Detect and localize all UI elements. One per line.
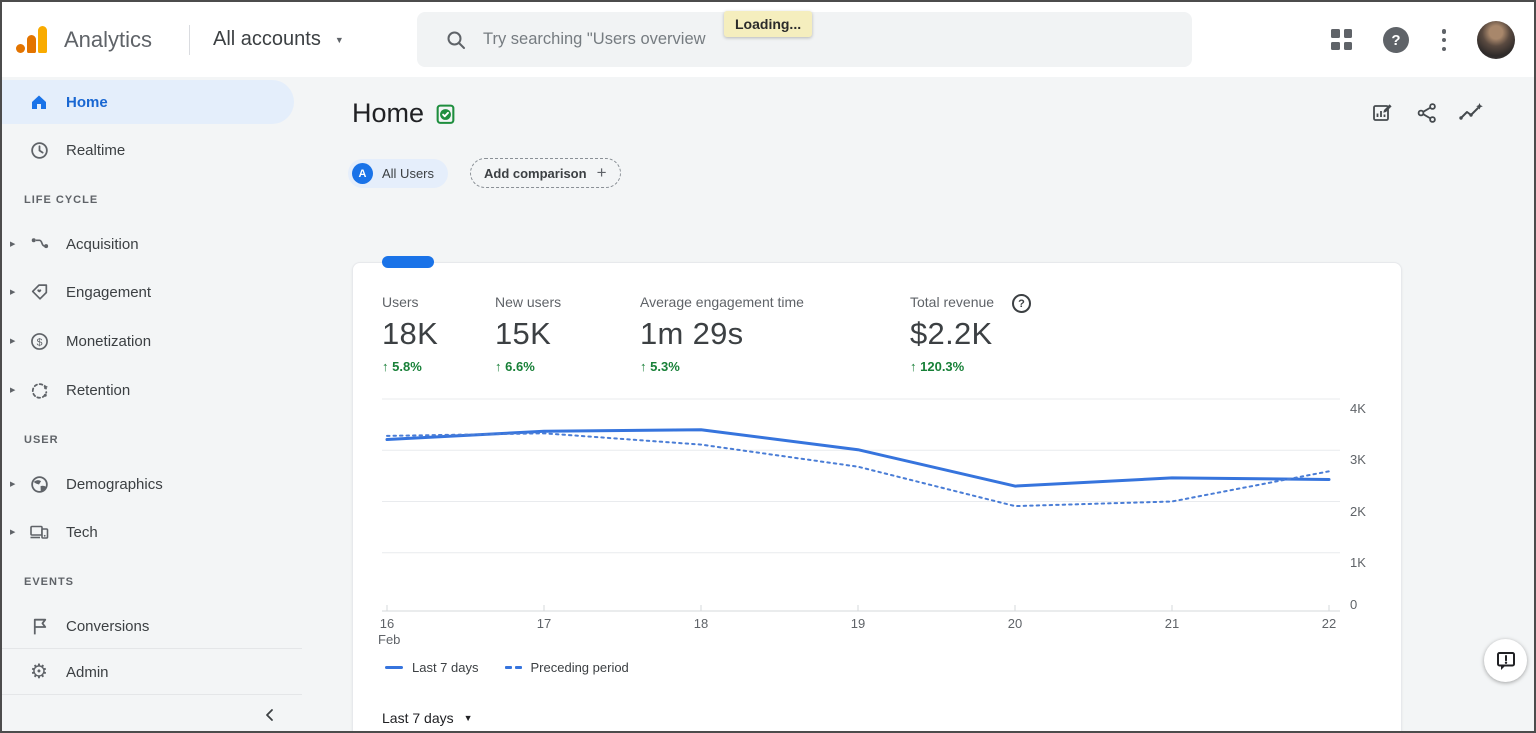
sidebar-item-conversions[interactable]: Conversions: [2, 604, 294, 648]
sidebar-item-home[interactable]: Home: [2, 80, 294, 124]
engagement-tag-icon: [28, 281, 50, 303]
collapse-sidebar-button[interactable]: [254, 700, 286, 730]
expand-arrow-icon[interactable]: ▶: [10, 288, 15, 296]
card-tab-indicator[interactable]: [382, 256, 434, 268]
sidebar-item-admin[interactable]: ⚙ Admin: [2, 650, 294, 694]
expand-arrow-icon[interactable]: ▶: [10, 386, 15, 394]
expand-arrow-icon[interactable]: ▶: [10, 337, 15, 345]
retention-cycle-icon: [28, 379, 50, 401]
sidebar-item-engagement[interactable]: ▶ Engagement: [2, 270, 294, 314]
metric-total-revenue[interactable]: Total revenue $2.2K ↑ 120.3%: [910, 294, 994, 374]
devices-icon: [28, 521, 50, 543]
y-axis-tick: 0: [1350, 597, 1384, 613]
comparison-badge: A: [352, 163, 373, 184]
chevron-down-icon: ▼: [335, 35, 344, 45]
x-axis-tick: 16: [367, 616, 407, 632]
x-axis-tick: 22: [1309, 616, 1349, 632]
expand-arrow-icon[interactable]: ▶: [10, 528, 15, 536]
customize-report-icon: [1371, 101, 1395, 125]
diagnostics-grid-icon[interactable]: [1331, 29, 1352, 50]
y-axis-tick: 2K: [1350, 504, 1384, 520]
share-button[interactable]: [1414, 100, 1440, 126]
brand-title: Analytics: [64, 2, 152, 77]
x-axis-tick: 18: [681, 616, 721, 632]
gear-icon: ⚙: [28, 661, 50, 683]
svg-text:$: $: [36, 336, 42, 348]
metric-avg-engagement-time[interactable]: Average engagement time 1m 29s ↑ 5.3%: [640, 294, 804, 374]
x-axis-tick: 17: [524, 616, 564, 632]
trend-chart: [382, 392, 1347, 620]
all-users-chip[interactable]: A All Users: [348, 159, 448, 188]
x-axis-tick: 20: [995, 616, 1035, 632]
page-title: Home: [352, 98, 424, 129]
section-header-life-cycle: LIFE CYCLE: [24, 194, 98, 206]
y-axis-tick: 1K: [1350, 555, 1384, 571]
question-mark-icon: ?: [1391, 32, 1400, 49]
share-icon: [1415, 101, 1439, 125]
section-header-user: USER: [24, 434, 59, 446]
help-button[interactable]: ?: [1383, 27, 1409, 53]
data-quality-check-icon[interactable]: [434, 103, 457, 131]
revenue-help-icon[interactable]: ?: [1012, 294, 1031, 313]
up-arrow-icon: ↑: [910, 359, 917, 374]
account-selector[interactable]: All accounts ▼: [213, 2, 344, 77]
sidebar-divider: [2, 694, 302, 695]
sidebar-item-tech[interactable]: ▶ Tech: [2, 510, 294, 554]
solid-line-swatch-icon: [385, 666, 403, 669]
account-selector-label: All accounts: [213, 28, 321, 51]
chevron-down-icon: ▼: [464, 713, 473, 723]
sidebar-item-retention[interactable]: ▶ Retention: [2, 368, 294, 412]
customize-report-button[interactable]: [1370, 100, 1396, 126]
sidebar-item-monetization[interactable]: ▶ $ Monetization: [2, 319, 294, 363]
insights-sparkline-icon: [1458, 101, 1484, 125]
acquisition-icon: [28, 233, 50, 255]
up-arrow-icon: ↑: [640, 359, 647, 374]
legend-preceding-period: Preceding period: [505, 660, 629, 675]
dashed-line-swatch-icon: [505, 666, 522, 669]
topbar-divider: [189, 25, 190, 55]
date-range-selector[interactable]: Last 7 days ▼: [382, 710, 473, 726]
analytics-app-window: Analytics All accounts ▼ Loading... ?: [0, 0, 1536, 733]
sidebar-item-realtime[interactable]: Realtime: [2, 128, 294, 172]
sidebar-item-demographics[interactable]: ▶ Demographics: [2, 462, 294, 506]
sidebar-divider: [2, 648, 302, 649]
plus-icon: +: [597, 163, 607, 183]
chart-legend: Last 7 days Preceding period: [385, 660, 629, 675]
legend-last-7-days: Last 7 days: [385, 660, 479, 675]
x-axis-tick: 21: [1152, 616, 1192, 632]
search-icon: [445, 29, 467, 51]
metric-new-users[interactable]: New users 15K ↑ 6.6%: [495, 294, 561, 374]
user-avatar[interactable]: [1477, 21, 1515, 59]
feedback-button[interactable]: [1484, 639, 1527, 682]
expand-arrow-icon[interactable]: ▶: [10, 240, 15, 248]
chevron-left-icon: [261, 706, 279, 724]
top-bar: Analytics All accounts ▼ Loading... ?: [2, 2, 1534, 77]
sidebar-item-acquisition[interactable]: ▶ Acquisition: [2, 222, 294, 266]
add-comparison-button[interactable]: Add comparison +: [470, 158, 621, 188]
metric-users[interactable]: Users 18K ↑ 5.8%: [382, 294, 438, 374]
up-arrow-icon: ↑: [382, 359, 389, 374]
loading-tooltip: Loading...: [724, 11, 812, 37]
monetization-dollar-icon: $: [28, 330, 50, 352]
globe-icon: [28, 473, 50, 495]
google-analytics-logo-icon: [16, 25, 48, 54]
y-axis-tick: 3K: [1350, 452, 1384, 468]
x-axis-month-label: Feb: [378, 632, 418, 647]
expand-arrow-icon[interactable]: ▶: [10, 480, 15, 488]
feedback-bubble-icon: [1495, 650, 1517, 672]
up-arrow-icon: ↑: [495, 359, 502, 374]
y-axis-tick: 4K: [1350, 401, 1384, 417]
x-axis-tick: 19: [838, 616, 878, 632]
report-actions: [1370, 100, 1484, 126]
more-menu-button[interactable]: [1439, 29, 1449, 51]
clock-icon: [28, 139, 50, 161]
insights-button[interactable]: [1458, 100, 1484, 126]
section-header-events: EVENTS: [24, 576, 74, 588]
home-icon: [28, 91, 50, 113]
flag-icon: [28, 615, 50, 637]
